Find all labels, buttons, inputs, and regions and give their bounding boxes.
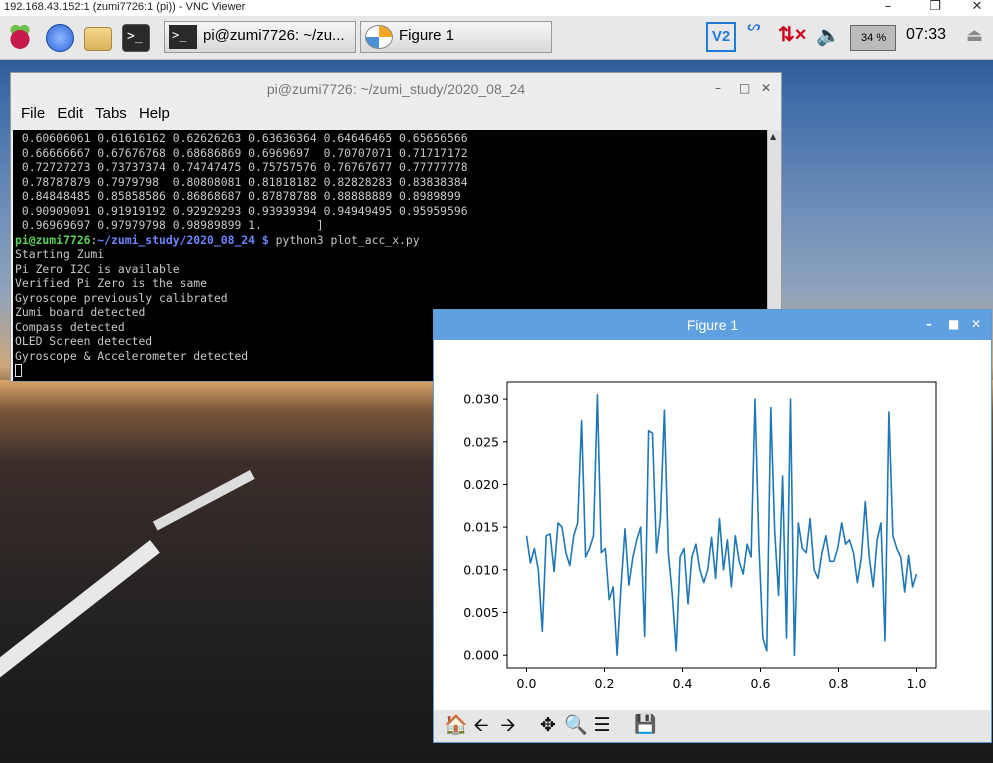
figure-maximize-icon[interactable]: ■ (948, 317, 959, 331)
terminal-log-line: Verified Pi Zero is the same (15, 276, 208, 290)
vnc-server-icon[interactable]: V2 (706, 22, 736, 52)
y-tick-label: 0.025 (463, 434, 499, 449)
y-axis-ticks: 0.000 0.005 0.010 0.015 0.020 0.025 0.030 (463, 392, 507, 663)
terminal-menu-bar: File Edit Tabs Help (11, 105, 178, 129)
terminal-prompt-line: pi@zumi7726:~/zumi_study/2020_08_24 $ py… (15, 233, 765, 248)
taskbar-terminal-label: pi@zumi7726: ~/zu... (203, 27, 345, 44)
vnc-title-bar: 192.168.43.152:1 (zumi7726:1 (pi)) - VNC… (0, 0, 993, 16)
x-axis-ticks: 0.0 0.2 0.4 0.6 0.8 1.0 (517, 668, 927, 691)
bluetooth-icon[interactable]: ᔥ (746, 20, 761, 49)
forward-arrow-icon[interactable]: 🡪 (497, 713, 519, 737)
menu-help[interactable]: Help (139, 105, 170, 122)
restore-icon[interactable]: ❐ (920, 0, 950, 14)
browser-globe-icon[interactable] (46, 24, 74, 52)
eject-icon[interactable]: ⏏ (966, 25, 983, 46)
menu-edit[interactable]: Edit (57, 105, 83, 122)
taskbar-terminal-task[interactable]: >_ pi@zumi7726: ~/zu... (164, 21, 356, 53)
volume-icon[interactable]: 🔈 (816, 23, 841, 48)
terminal-close-icon[interactable]: ✕ (761, 81, 771, 95)
home-icon[interactable]: 🏠 (444, 713, 468, 737)
terminal-icon: >_ (169, 25, 197, 49)
terminal-output-line: 0.72727273 0.73737374 0.74747475 0.75757… (15, 160, 468, 174)
figure-close-icon[interactable]: ✕ (971, 317, 981, 331)
plot-canvas[interactable]: 0.0 0.2 0.4 0.6 0.8 1.0 0.0000.0050.0100.0150… (434, 340, 991, 710)
prompt-user: pi@zumi7726 (15, 232, 91, 247)
scroll-up-arrow-icon[interactable]: ▲ (770, 132, 776, 141)
terminal-output-line: 0.66666667 0.67676768 0.68686869 0.69696… (15, 145, 468, 160)
menu-tabs[interactable]: Tabs (95, 105, 127, 122)
taskbar: >_ >_ pi@zumi7726: ~/zu... Figure 1 V2 ᔥ… (0, 16, 993, 60)
terminal-output-line: 0.60606061 0.61616162 0.62626263 0.63636… (15, 131, 468, 145)
terminal-output-line: 0.90909091 0.91919192 0.92929293 0.93939… (15, 203, 468, 218)
x-tick-label: 0.6 (751, 676, 771, 691)
x-tick-label: 0.2 (595, 676, 615, 691)
y-tick-label: 0.005 (463, 605, 499, 620)
cpu-usage-value: 34 (861, 32, 874, 44)
zoom-icon[interactable]: 🔍 (564, 713, 588, 737)
menu-file[interactable]: File (21, 105, 45, 122)
cpu-usage-unit: % (876, 32, 887, 44)
configure-subplots-icon[interactable]: ☰ (591, 713, 613, 737)
terminal-launcher-icon[interactable]: >_ (122, 24, 150, 52)
minimize-icon[interactable]: – (873, 0, 903, 14)
y-tick-label: 0.020 (463, 477, 499, 492)
close-icon[interactable]: ✕ (962, 0, 992, 14)
prompt-dollar: $ (255, 232, 276, 247)
series-line-acc-x (525, 393, 918, 657)
wifi-disconnected-icon[interactable]: ⇅× (778, 22, 806, 47)
x-tick-label: 1.0 (907, 676, 927, 691)
prompt-path: ~/zumi_study/2020_08_24 (97, 232, 256, 247)
terminal-title: pi@zumi7726: ~/zumi_study/2020_08_24 (266, 81, 526, 97)
back-arrow-icon[interactable]: 🡨 (470, 713, 492, 737)
y-tick-label: 0.030 (463, 392, 499, 407)
terminal-log-line: Pi Zero I2C is available (15, 261, 180, 276)
y-tick-label: 0.000 (463, 648, 499, 663)
matplotlib-icon (365, 25, 393, 49)
series-group (525, 393, 918, 657)
taskbar-figure-task[interactable]: Figure 1 (360, 21, 552, 53)
save-icon[interactable]: 💾 (634, 713, 656, 737)
navigation-toolbar: 🏠 🡨 🡪 ✥ 🔍 ☰ 💾 (434, 710, 991, 742)
terminal-output-line: 0.84848485 0.85858586 0.86868687 0.87878… (15, 189, 461, 203)
terminal-minimize-icon[interactable]: – (715, 81, 721, 95)
terminal-log-line: Gyroscope previously calibrated (15, 290, 228, 305)
terminal-output-line: 0.96969697 0.97979798 0.98989899 1. ] (15, 218, 324, 232)
pan-icon[interactable]: ✥ (537, 713, 559, 737)
clock[interactable]: 07:33 (906, 26, 946, 44)
raspberry-menu-icon[interactable] (6, 24, 34, 52)
y-tick-label: 0.015 (463, 520, 499, 535)
taskbar-figure-label: Figure 1 (399, 27, 455, 44)
x-tick-label: 0.4 (673, 676, 693, 691)
x-tick-label: 0.0 (517, 676, 537, 691)
cpu-usage-monitor[interactable]: 34 % (850, 25, 896, 51)
vnc-window-title: 192.168.43.152:1 (zumi7726:1 (pi)) - VNC… (4, 1, 246, 13)
prompt-command: python3 plot_acc_x.py (275, 232, 420, 247)
figure-window[interactable]: Figure 1 – ■ ✕ 0.0 0.2 0.4 0.6 0.8 1.0 0.000 0… (433, 309, 992, 743)
axes-frame (506, 381, 937, 669)
terminal-log-line: Starting Zumi (15, 247, 105, 261)
file-manager-folder-icon[interactable] (84, 27, 112, 51)
system-tray: V2 ᔥ ⇅× 🔈 34 % 07:33 ⏏ (700, 16, 993, 60)
terminal-cursor (15, 364, 22, 377)
terminal-maximize-icon[interactable]: □ (739, 81, 750, 95)
figure-title: Figure 1 (434, 310, 991, 340)
y-tick-label: 0.010 (463, 562, 499, 577)
terminal-output-line: 0.78787879 0.7979798 0.80808081 0.818181… (15, 174, 468, 189)
x-tick-label: 0.8 (829, 676, 849, 691)
figure-minimize-icon[interactable]: – (926, 317, 932, 331)
